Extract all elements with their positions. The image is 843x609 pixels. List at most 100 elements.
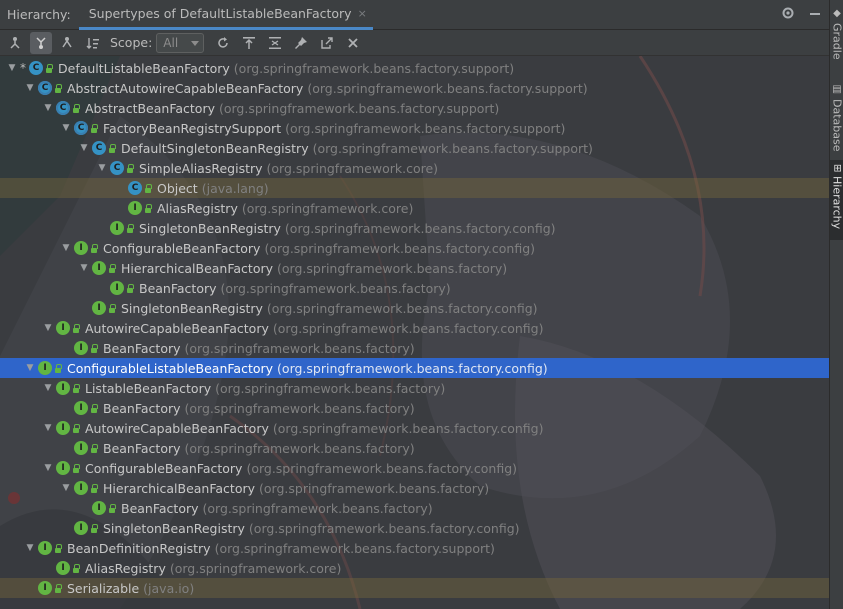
interface-icon: I — [38, 541, 52, 555]
tab-supertypes[interactable]: Supertypes of DefaultListableBeanFactory… — [78, 0, 373, 30]
interface-icon: I — [74, 341, 88, 355]
expand-arrow-icon[interactable]: ▼ — [60, 482, 72, 494]
tree-row[interactable]: ▼ I AutowireCapableBeanFactory (org.springf… — [0, 318, 829, 338]
package-name: (org.springframework.beans.factory) — [259, 480, 490, 496]
tree-row[interactable]: I BeanFactory (org.springframework.beans.f… — [0, 398, 829, 418]
public-visibility-icon — [54, 363, 62, 373]
tree-row[interactable]: I BeanFactory (org.springframework.beans.f… — [0, 438, 829, 458]
expand-arrow-icon[interactable]: ▼ — [42, 382, 54, 394]
tab-label: Supertypes of DefaultListableBeanFactory — [88, 5, 352, 21]
tree-row[interactable]: ▼ I ConfigurableBeanFactory (org.springfram… — [0, 238, 829, 258]
expand-arrow-icon[interactable]: ▼ — [42, 422, 54, 434]
public-visibility-icon — [90, 403, 98, 413]
expand-arrow-icon[interactable]: ▼ — [24, 542, 36, 554]
expand-arrow-icon[interactable]: ▼ — [78, 142, 90, 154]
tree-row[interactable]: I SingletonBeanRegistry (org.springframewo… — [0, 298, 829, 318]
public-visibility-icon — [72, 423, 80, 433]
public-visibility-icon — [72, 323, 80, 333]
side-tab-label: Gradle — [830, 23, 843, 60]
type-name: SingletonBeanRegistry — [103, 520, 245, 536]
interface-icon: I — [92, 501, 106, 515]
tree-row[interactable]: C Object (java.lang) — [0, 178, 829, 198]
tree-row[interactable]: ▼ I ConfigurableListableBeanFactory (org.sp… — [0, 358, 829, 378]
gear-icon[interactable] — [781, 6, 795, 23]
tree-row[interactable]: ▼ C FactoryBeanRegistrySupport (org.springf… — [0, 118, 829, 138]
expand-arrow-icon[interactable]: ▼ — [42, 102, 54, 114]
expand-arrow-icon[interactable]: ▼ — [24, 82, 36, 94]
tree-row[interactable]: I BeanFactory (org.springframework.beans.f… — [0, 338, 829, 358]
tab-close-icon[interactable]: × — [358, 7, 367, 20]
expand-arrow-icon[interactable]: ▼ — [24, 362, 36, 374]
scroll-to-source-icon[interactable] — [238, 32, 260, 54]
interface-icon: I — [56, 461, 70, 475]
public-visibility-icon — [144, 203, 152, 213]
type-name: ConfigurableBeanFactory — [85, 460, 243, 476]
collapse-all-icon[interactable] — [264, 32, 286, 54]
interface-icon: I — [56, 381, 70, 395]
public-visibility-icon — [72, 383, 80, 393]
type-name: SingletonBeanRegistry — [139, 220, 281, 236]
interface-icon: I — [110, 281, 124, 295]
tree-row[interactable]: I SingletonBeanRegistry (org.springframewo… — [0, 218, 829, 238]
expand-arrow-icon[interactable]: ▼ — [42, 322, 54, 334]
tree-row[interactable]: ▼ I BeanDefinitionRegistry (org.springframe… — [0, 538, 829, 558]
minimize-icon[interactable] — [809, 6, 821, 23]
side-tab-hierarchy[interactable]: ⊞ Hierarchy — [830, 160, 843, 240]
package-name: (org.springframework.beans.factory.confi… — [266, 300, 538, 316]
chevron-down-icon — [191, 36, 200, 50]
public-visibility-icon — [144, 183, 152, 193]
scope-select[interactable]: All — [156, 32, 205, 53]
type-name: ListableBeanFactory — [85, 380, 212, 396]
public-visibility-icon — [54, 583, 62, 593]
package-name: (org.springframework.beans.factory) — [184, 440, 415, 456]
interface-icon: I — [110, 221, 124, 235]
class-hierarchy-icon[interactable] — [56, 32, 78, 54]
tree-row[interactable]: I AliasRegistry (org.springframework.core) — [0, 198, 829, 218]
close-icon[interactable] — [342, 32, 364, 54]
side-tab-label: Hierarchy — [830, 176, 843, 230]
expand-arrow-icon[interactable]: ▼ — [42, 462, 54, 474]
expand-arrow-icon[interactable]: ▼ — [60, 122, 72, 134]
public-visibility-icon — [126, 163, 134, 173]
tree-row[interactable]: I BeanFactory (org.springframework.beans.f… — [0, 278, 829, 298]
expand-arrow-icon[interactable]: ▼ — [96, 162, 108, 174]
expand-arrow-icon[interactable]: ▼ — [6, 62, 18, 74]
interface-icon: I — [56, 561, 70, 575]
package-name: (org.springframework.beans.factory.confi… — [264, 240, 536, 256]
refresh-icon[interactable] — [212, 32, 234, 54]
tree-row[interactable]: I BeanFactory (org.springframework.beans.f… — [0, 498, 829, 518]
tree-row[interactable]: I SingletonBeanRegistry (org.springframewo… — [0, 518, 829, 538]
side-tab-gradle[interactable]: ◆ Gradle — [830, 4, 843, 76]
tree-row[interactable]: ▼ C SimpleAliasRegistry (org.springframewor… — [0, 158, 829, 178]
tree-row[interactable]: ▼ I ListableBeanFactory (org.springframewor… — [0, 378, 829, 398]
tree-row[interactable]: ▼ I HierarchicalBeanFactory (org.springfram… — [0, 478, 829, 498]
tree-row[interactable]: ▼ C AbstractBeanFactory (org.springframewor… — [0, 98, 829, 118]
tree-row[interactable]: ▼ C AbstractAutowireCapableBeanFactory (org… — [0, 78, 829, 98]
tree-row[interactable]: ▼ I AutowireCapableBeanFactory (org.springf… — [0, 418, 829, 438]
tree-row[interactable]: ▼ I ConfigurableBeanFactory (org.springfram… — [0, 458, 829, 478]
tree-row[interactable]: I Serializable (java.io) — [0, 578, 829, 598]
tree-row[interactable]: ▼ C DefaultSingletonBeanRegistry (org.sprin… — [0, 138, 829, 158]
hierarchy-tree: ▼ * C DefaultListableBeanFactory (org.spring… — [0, 58, 829, 598]
supertypes-hierarchy-icon[interactable] — [30, 31, 52, 54]
database-icon: ▤ — [831, 84, 843, 95]
sort-alphabetically-icon[interactable] — [82, 32, 104, 54]
public-visibility-icon — [54, 543, 62, 553]
tree-row[interactable]: ▼ I HierarchicalBeanFactory (org.springfram… — [0, 258, 829, 278]
package-name: (org.springframework.beans.factory.confi… — [246, 460, 518, 476]
gradle-icon: ◆ — [831, 8, 843, 19]
public-visibility-icon — [108, 263, 116, 273]
side-tab-database[interactable]: ▤ Database — [830, 80, 843, 158]
scope-label: Scope: — [110, 35, 153, 50]
pin-icon[interactable] — [290, 32, 312, 54]
export-icon[interactable] — [316, 32, 338, 54]
expand-arrow-icon[interactable]: ▼ — [60, 242, 72, 254]
expand-arrow-icon[interactable]: ▼ — [78, 262, 90, 274]
subtypes-hierarchy-icon[interactable] — [4, 32, 26, 54]
tree-row[interactable]: I AliasRegistry (org.springframework.core) — [0, 558, 829, 578]
tree-row[interactable]: ▼ * C DefaultListableBeanFactory (org.spring… — [0, 58, 829, 78]
